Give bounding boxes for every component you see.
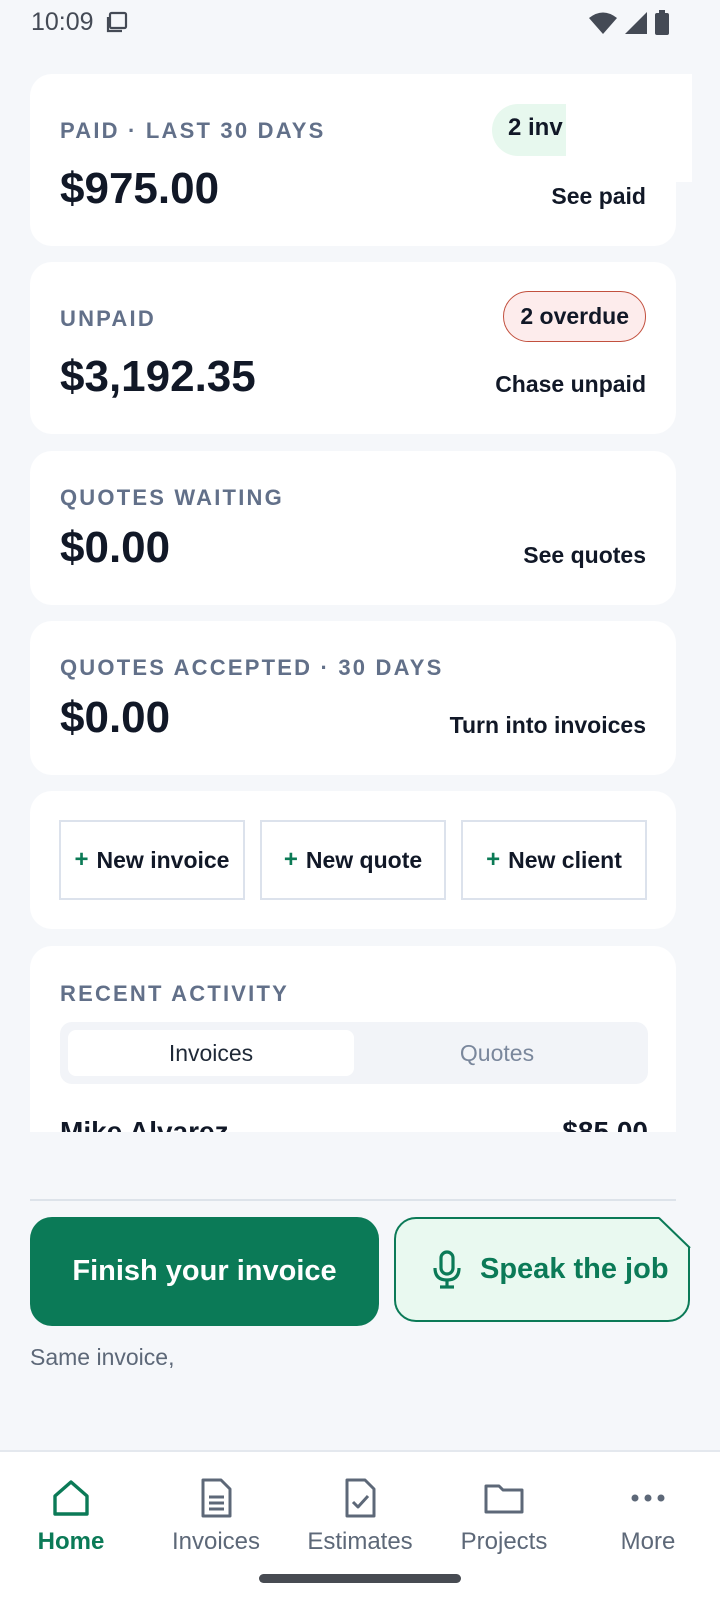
see-quotes-link[interactable]: See quotes bbox=[523, 542, 646, 569]
home-indicator bbox=[259, 1574, 461, 1583]
unpaid-amount: $3,192.35 bbox=[60, 352, 256, 401]
document-icon bbox=[201, 1478, 232, 1518]
divider bbox=[30, 1199, 676, 1201]
plus-icon: + bbox=[74, 846, 89, 873]
status-bar: 10:09 bbox=[0, 0, 720, 46]
battery-icon bbox=[655, 10, 669, 35]
quotes-waiting-amount: $0.00 bbox=[60, 523, 171, 572]
nav-estimates-label: Estimates bbox=[307, 1528, 413, 1555]
quotes-waiting-card[interactable]: QUOTES WAITING $0.00 See quotes bbox=[30, 451, 676, 605]
client-name: Mike Alvarez bbox=[60, 1116, 229, 1132]
document-check-icon bbox=[345, 1478, 376, 1518]
quick-actions-card: + New invoice + New quote + New client bbox=[30, 791, 676, 929]
tab-quotes[interactable]: Quotes bbox=[354, 1030, 640, 1076]
turn-into-invoices-link[interactable]: Turn into invoices bbox=[450, 712, 646, 739]
paid-label: PAID · LAST 30 DAYS bbox=[60, 118, 326, 143]
status-icons bbox=[588, 10, 670, 36]
microphone-icon bbox=[433, 1249, 461, 1289]
new-client-label: New client bbox=[508, 846, 622, 873]
new-quote-button[interactable]: + New quote bbox=[260, 820, 446, 900]
overdue-badge: 2 overdue bbox=[503, 291, 646, 342]
signal-icon bbox=[625, 12, 647, 34]
quotes-waiting-label: QUOTES WAITING bbox=[60, 485, 284, 510]
new-client-button[interactable]: + New client bbox=[461, 820, 647, 900]
tab-invoices[interactable]: Invoices bbox=[68, 1030, 354, 1076]
nav-projects-label: Projects bbox=[460, 1528, 548, 1555]
chase-unpaid-link[interactable]: Chase unpaid bbox=[495, 371, 646, 398]
more-icon bbox=[631, 1494, 665, 1502]
corner-fold-icon bbox=[658, 1217, 691, 1249]
quotes-accepted-amount: $0.00 bbox=[60, 693, 171, 742]
wifi-icon bbox=[589, 12, 617, 34]
quotes-accepted-card[interactable]: QUOTES ACCEPTED · 30 DAYS $0.00 Turn int… bbox=[30, 621, 676, 775]
nav-more[interactable]: More bbox=[578, 1476, 718, 1566]
activity-segmented-control: Invoices Quotes bbox=[60, 1022, 648, 1084]
plus-icon: + bbox=[283, 846, 298, 873]
new-quote-label: New quote bbox=[305, 846, 423, 873]
unpaid-label: UNPAID bbox=[60, 306, 156, 331]
plus-icon: + bbox=[486, 846, 501, 873]
nav-invoices[interactable]: Invoices bbox=[146, 1476, 286, 1566]
speak-job-label: Speak the job bbox=[480, 1253, 669, 1285]
unpaid-card[interactable]: UNPAID 2 overdue $3,192.35 Chase unpaid bbox=[30, 262, 676, 434]
nav-projects[interactable]: Projects bbox=[434, 1476, 574, 1566]
finish-invoice-button[interactable]: Finish your invoice bbox=[30, 1217, 379, 1326]
new-invoice-button[interactable]: + New invoice bbox=[59, 820, 245, 900]
paid-card[interactable]: PAID · LAST 30 DAYS $975.00 2 inv See pa… bbox=[30, 74, 676, 246]
cta-subtext: Same invoice, bbox=[30, 1344, 175, 1370]
nav-home-label: Home bbox=[37, 1528, 105, 1555]
speak-job-button[interactable]: Speak the job bbox=[394, 1217, 690, 1322]
nav-estimates[interactable]: Estimates bbox=[290, 1476, 430, 1566]
paid-amount: $975.00 bbox=[60, 164, 220, 213]
activity-amount: $85.00 bbox=[562, 1116, 648, 1132]
new-invoice-label: New invoice bbox=[96, 846, 230, 873]
list-item[interactable]: Mike Alvarez $85.00 bbox=[60, 1116, 648, 1132]
quotes-accepted-label: QUOTES ACCEPTED · 30 DAYS bbox=[60, 655, 444, 680]
recent-activity-title: RECENT ACTIVITY bbox=[60, 981, 289, 1006]
home-icon bbox=[53, 1480, 89, 1516]
recent-activity-card: RECENT ACTIVITY Invoices Quotes Mike Alv… bbox=[30, 946, 676, 1132]
folder-icon bbox=[484, 1484, 524, 1514]
status-time: 10:09 bbox=[31, 8, 94, 36]
nav-invoices-label: Invoices bbox=[171, 1528, 261, 1555]
nav-more-label: More bbox=[620, 1528, 676, 1555]
paid-count-badge: 2 inv bbox=[492, 104, 566, 156]
nav-home[interactable]: Home bbox=[1, 1476, 141, 1566]
see-paid-link[interactable]: See paid bbox=[551, 183, 646, 210]
screen-share-icon bbox=[106, 11, 128, 33]
